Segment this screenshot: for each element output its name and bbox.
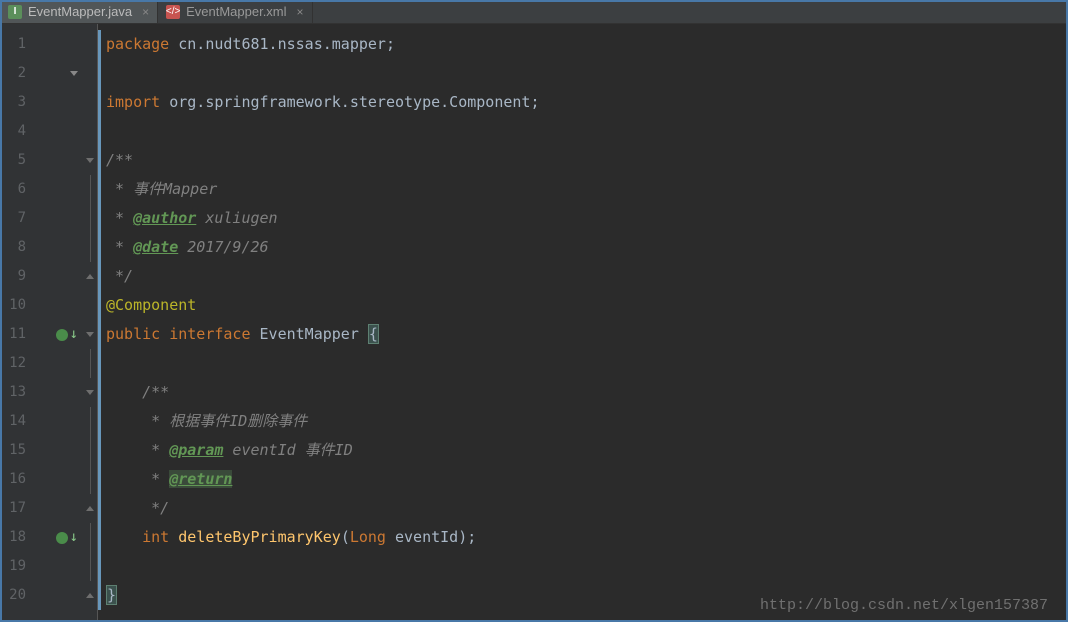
javadoc: /** [106,383,169,401]
fold-open-icon[interactable] [86,332,94,337]
implemented-icon[interactable] [56,329,68,341]
implemented-icon[interactable] [56,532,68,544]
space [169,528,178,546]
package-name: cn.nudt681.nssas.mapper [169,35,386,53]
interface-name: EventMapper [251,325,368,343]
keyword: interface [160,325,250,343]
line-number: 1 [0,30,38,59]
editor-tabs: I EventMapper.java × </> EventMapper.xml… [0,0,1068,24]
line-number: 16 [0,465,38,494]
line-number: 19 [0,552,38,581]
gutter-markers: ↓ ↓ [38,24,82,622]
fold-open-icon[interactable] [86,390,94,395]
line-number: 18 [0,523,38,552]
javadoc-tag: @author [133,209,196,227]
tab-label: EventMapper.java [28,4,132,19]
javadoc: */ [106,499,169,517]
xml-file-icon: </> [166,5,180,19]
javadoc: * [106,470,169,488]
line-number: 9 [0,262,38,291]
keyword: package [106,35,169,53]
param-name: eventId) [386,528,467,546]
navigate-down-icon[interactable]: ↓ [70,523,78,552]
javadoc: * 根据事件ID删除事件 [106,412,307,430]
import-path: org.springframework.stereotype. [160,93,449,111]
close-icon[interactable]: × [138,5,149,19]
semicolon: ; [530,93,539,111]
tab-eventmapper-java[interactable]: I EventMapper.java × [0,0,158,23]
javadoc: * [106,441,169,459]
watermark-text: http://blog.csdn.net/xlgen157387 [760,597,1048,614]
keyword: public [106,325,160,343]
line-number: 14 [0,407,38,436]
paren: ( [341,528,350,546]
line-number: 7 [0,204,38,233]
chevron-down-icon[interactable] [70,71,78,76]
semicolon: ; [467,528,476,546]
line-number: 2 [0,59,38,88]
fold-close-icon[interactable] [86,506,94,511]
indent [106,528,142,546]
return-type: int [142,528,169,546]
line-number: 10 [0,291,38,320]
tab-eventmapper-xml[interactable]: </> EventMapper.xml × [158,0,312,23]
fold-close-icon[interactable] [86,593,94,598]
fold-open-icon[interactable] [86,158,94,163]
line-number: 4 [0,117,38,146]
line-number: 11 [0,320,38,349]
javadoc: 2017/9/26 [178,238,268,256]
fold-gutter [82,24,98,622]
keyword: import [106,93,160,111]
line-number: 17 [0,494,38,523]
code-editor[interactable]: 1 2 3 4 5 6 7 8 9 10 11 12 13 14 15 16 1… [0,24,1068,622]
javadoc: eventId 事件ID [223,441,352,459]
javadoc-tag: @date [133,238,178,256]
java-file-icon: I [8,5,22,19]
method-name: deleteByPrimaryKey [178,528,341,546]
change-marker [98,30,101,610]
line-number: 12 [0,349,38,378]
javadoc: * [106,209,133,227]
brace-close: } [106,585,117,605]
javadoc-tag: @param [169,441,223,459]
tab-label: EventMapper.xml [186,4,286,19]
line-number: 6 [0,175,38,204]
line-number: 13 [0,378,38,407]
class-name: Component [449,93,530,111]
javadoc: /** [106,151,133,169]
line-number: 3 [0,88,38,117]
javadoc: * [106,238,133,256]
param-type: Long [350,528,386,546]
line-number: 20 [0,581,38,610]
line-number-gutter: 1 2 3 4 5 6 7 8 9 10 11 12 13 14 15 16 1… [0,24,38,622]
javadoc: */ [106,267,133,285]
line-number: 5 [0,146,38,175]
semicolon: ; [386,35,395,53]
javadoc-tag-highlighted: @return [169,470,232,488]
fold-close-icon[interactable] [86,274,94,279]
javadoc: * 事件Mapper [106,180,217,198]
javadoc: xuliugen [196,209,277,227]
navigate-down-icon[interactable]: ↓ [70,320,78,349]
line-number: 8 [0,233,38,262]
close-icon[interactable]: × [293,5,304,19]
code-area[interactable]: package cn.nudt681.nssas.mapper; import … [98,24,1068,622]
line-number: 15 [0,436,38,465]
annotation: @Component [106,296,196,314]
brace-open: { [368,324,379,344]
